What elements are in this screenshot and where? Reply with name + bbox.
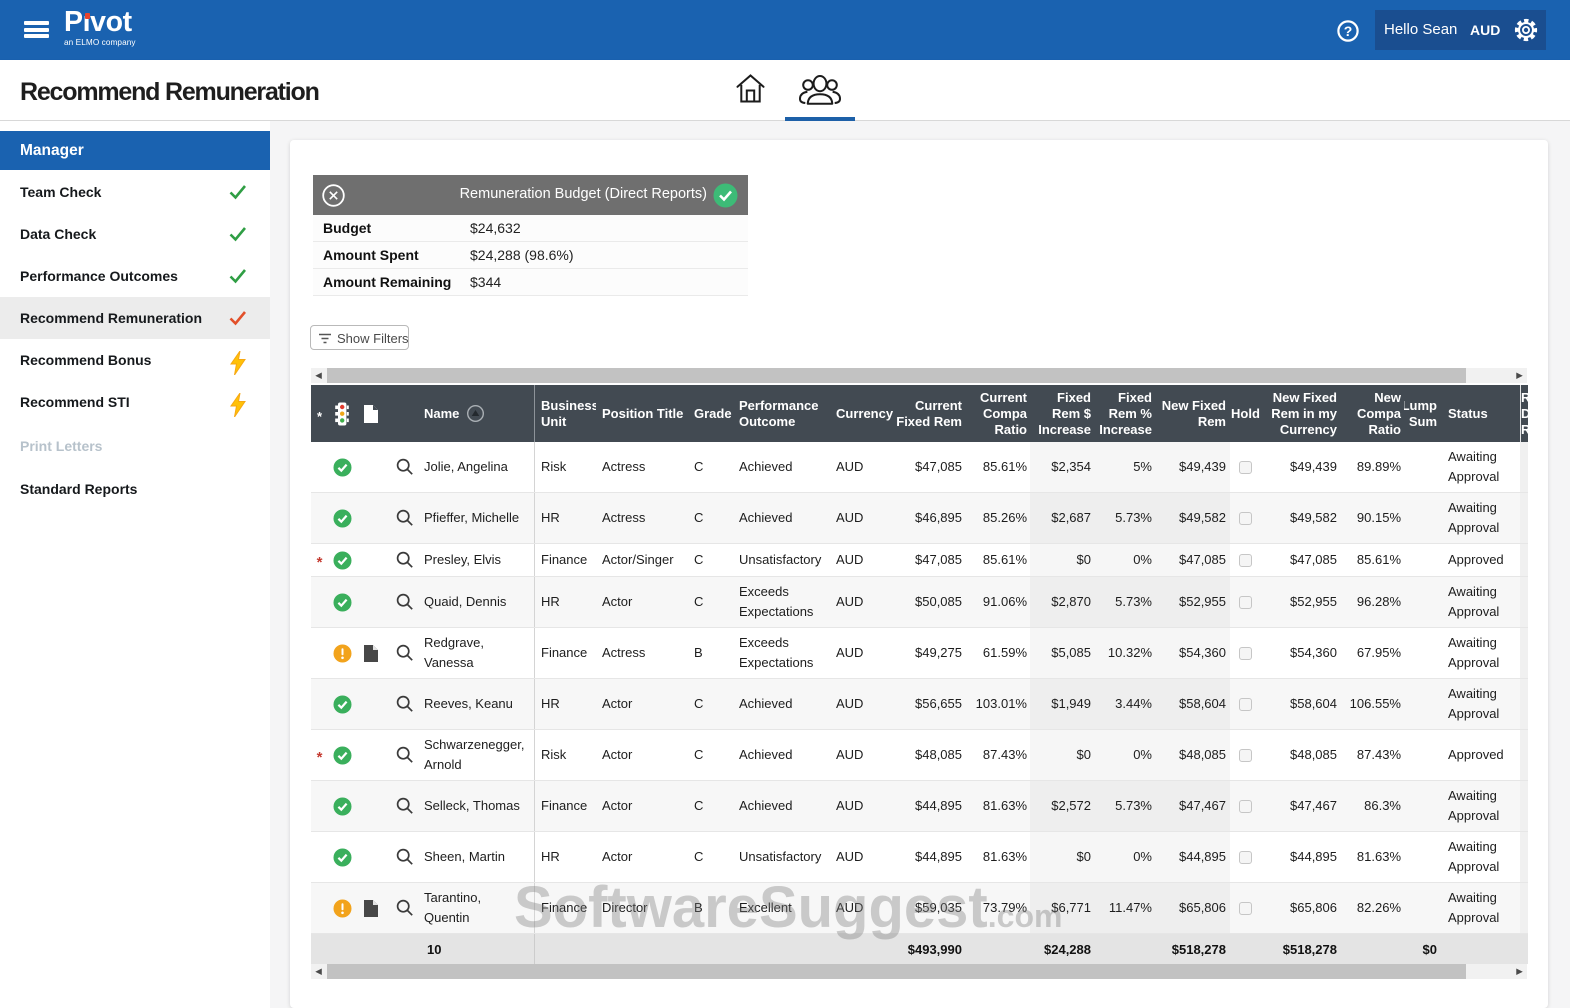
- svg-text:?: ?: [1344, 23, 1353, 39]
